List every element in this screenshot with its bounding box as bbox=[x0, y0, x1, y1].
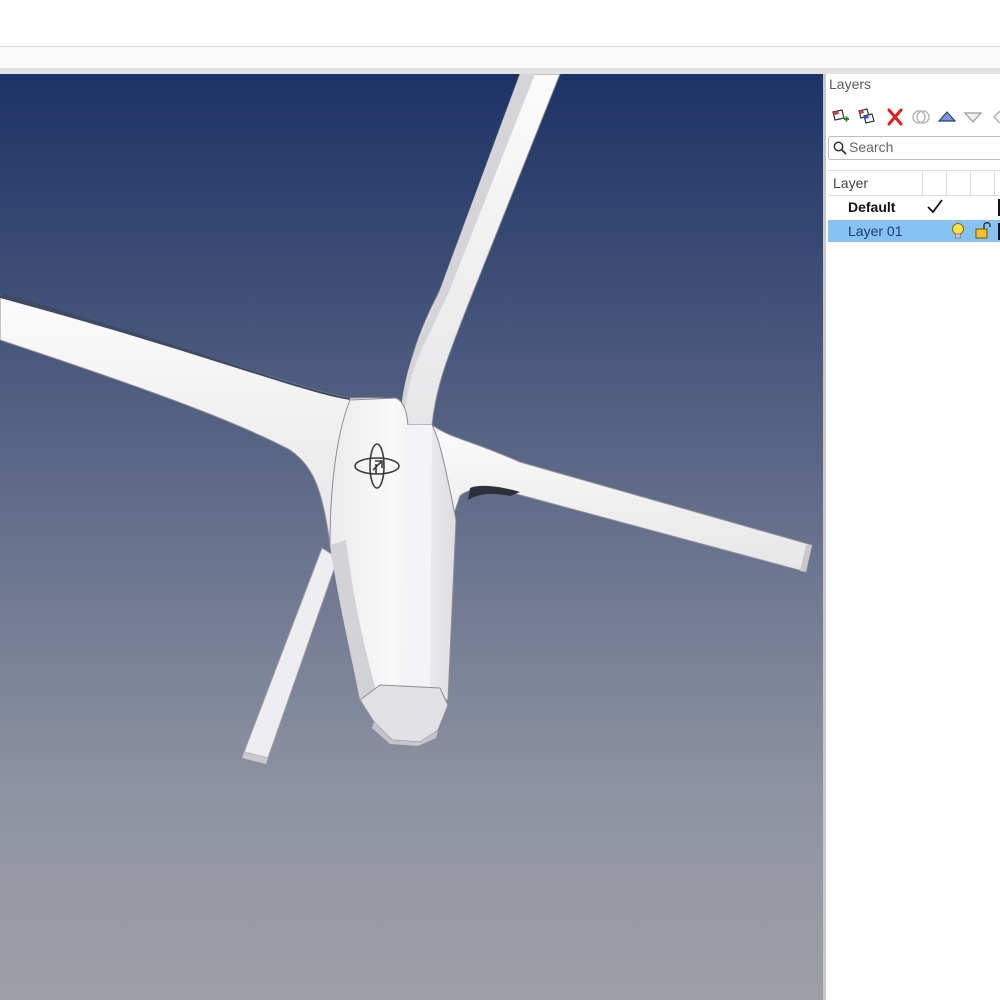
delete-icon[interactable] bbox=[884, 106, 906, 128]
column-header-color[interactable] bbox=[994, 171, 995, 195]
layers-panel: Layers Search Layer Default Layer 01 bbox=[826, 74, 1000, 1000]
chair-hub bbox=[329, 397, 457, 701]
search-input[interactable] bbox=[849, 138, 999, 156]
layer-name: Layer 01 bbox=[848, 223, 903, 239]
chair-arm-top bbox=[400, 74, 561, 426]
layer-name: Default bbox=[848, 199, 896, 215]
filter-icon[interactable] bbox=[910, 106, 932, 128]
layer-row-layer-01[interactable]: Layer 01 bbox=[828, 220, 1000, 242]
move-down-icon[interactable] bbox=[962, 106, 984, 128]
column-header-current[interactable] bbox=[922, 171, 923, 195]
search-icon bbox=[833, 141, 847, 155]
lightbulb-icon[interactable] bbox=[948, 220, 968, 242]
layer-list-header: Layer bbox=[828, 170, 1000, 196]
new-layer-icon[interactable] bbox=[830, 106, 852, 128]
search-field[interactable] bbox=[828, 136, 1000, 160]
column-header-lock[interactable] bbox=[970, 171, 971, 195]
checkmark-icon[interactable] bbox=[925, 196, 945, 218]
chair-arm-right bbox=[419, 424, 813, 573]
toolbar-strip bbox=[0, 47, 1000, 68]
perspective-viewport[interactable] bbox=[0, 74, 823, 1000]
column-header-layer[interactable]: Layer bbox=[833, 175, 868, 191]
layers-toolbar bbox=[830, 106, 1000, 128]
chair-leg-back bbox=[242, 547, 339, 764]
model-render bbox=[0, 74, 813, 764]
new-sublayer-icon[interactable] bbox=[856, 106, 878, 128]
more-icon[interactable] bbox=[988, 106, 1000, 128]
window-top-bar bbox=[0, 0, 1000, 47]
panel-title: Layers bbox=[829, 76, 872, 92]
chair-foot bbox=[359, 684, 449, 746]
unlocked-padlock-icon[interactable] bbox=[973, 220, 993, 242]
column-header-visible[interactable] bbox=[946, 171, 947, 195]
layer-row-default[interactable]: Default bbox=[828, 196, 1000, 218]
move-up-icon[interactable] bbox=[936, 106, 958, 128]
